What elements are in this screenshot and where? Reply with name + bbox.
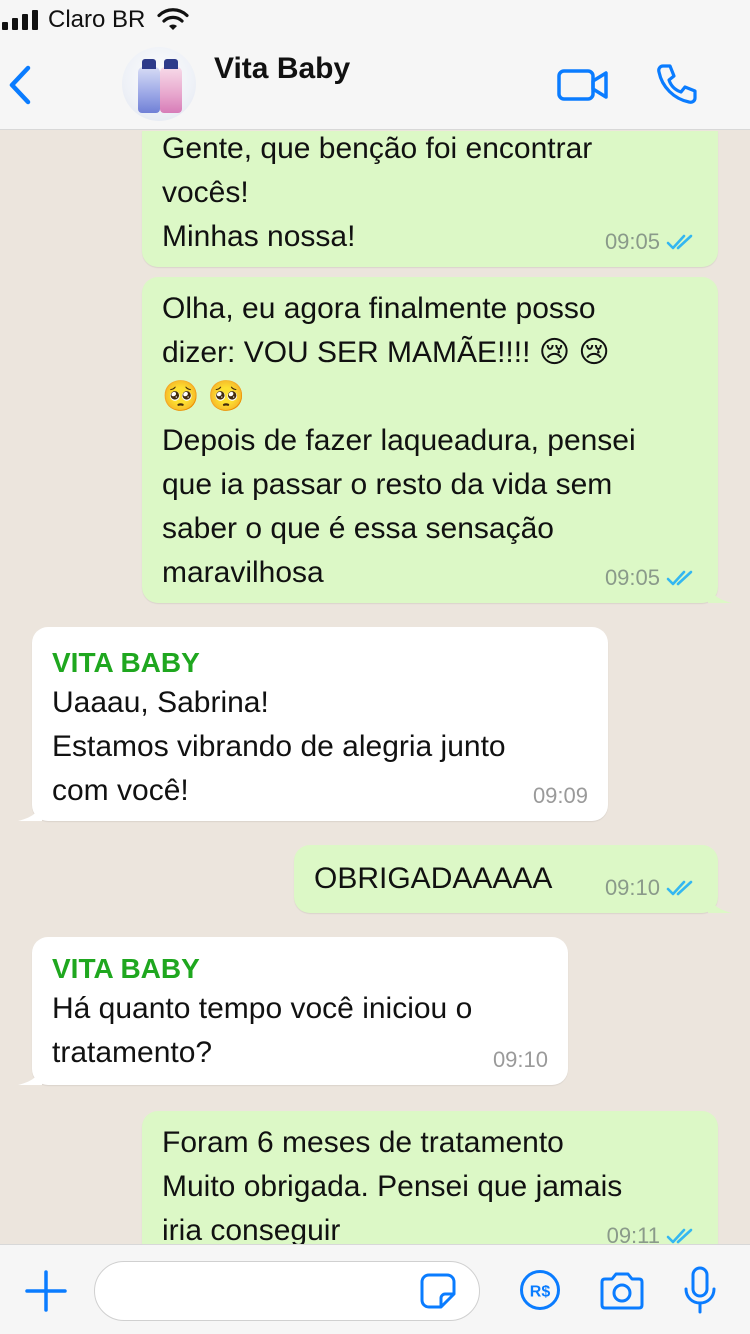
cellular-signal-icon [2, 10, 38, 30]
bubble-tail [708, 891, 732, 913]
message-meta: 09:11 [607, 1223, 698, 1244]
message-time: 09:10 [604, 875, 660, 900]
message-meta: 09:05 [605, 565, 698, 591]
message-text: Há quanto tempo você iniciou o tratament… [52, 992, 473, 1069]
microphone-button[interactable] [682, 1265, 718, 1315]
carrier-name: Claro BR [48, 6, 146, 33]
message-time: 09:09 [532, 783, 588, 808]
product-bottle-image [160, 59, 182, 113]
chevron-left-icon [9, 65, 31, 105]
phone-icon [657, 64, 697, 104]
chat-header: Vita Baby [0, 40, 750, 130]
back-button[interactable] [2, 62, 38, 108]
camera-button[interactable] [598, 1271, 646, 1311]
sticker-icon [420, 1273, 456, 1309]
contact-name[interactable]: Vita Baby [214, 52, 350, 86]
message-text: Olha, eu agora finalmente posso dizer: V… [162, 292, 636, 589]
video-camera-icon [557, 69, 608, 101]
video-call-button[interactable] [556, 66, 610, 104]
wifi-icon [157, 8, 189, 30]
double-check-read-icon [666, 234, 693, 250]
message-meta: 09:10 [605, 875, 698, 901]
message-meta: 09:05 [605, 229, 698, 255]
message-text: Uaaau, Sabrina! Estamos vibrando de aleg… [52, 686, 506, 807]
bubble-tail [708, 581, 732, 603]
message-time: 09:05 [604, 565, 660, 590]
message-sender: VITA BABY [52, 953, 200, 984]
attach-button[interactable] [24, 1269, 68, 1313]
microphone-icon [684, 1266, 716, 1314]
message-bubble-outgoing[interactable]: OBRIGADAAAAA 09:10 [294, 845, 732, 913]
double-check-read-icon [666, 570, 693, 586]
message-bubble-incoming[interactable]: VITA BABY Uaaau, Sabrina! Estamos vibran… [18, 627, 608, 821]
message-time: 09:05 [604, 229, 660, 254]
message-time: 09:10 [492, 1047, 548, 1072]
chat-messages[interactable]: Gente, que benção foi encontrar vocês! M… [0, 131, 750, 1244]
message-input-bar: R$ [0, 1244, 750, 1334]
payment-icon: R$ [520, 1270, 560, 1310]
bubble-tail [18, 1063, 42, 1085]
bubble-tail [18, 799, 42, 821]
product-bottle-image [138, 59, 160, 113]
payment-button[interactable]: R$ [519, 1269, 561, 1311]
camera-icon [600, 1272, 644, 1310]
message-bubble-outgoing[interactable]: Gente, que benção foi encontrar vocês! M… [142, 131, 718, 267]
message-bubble-outgoing[interactable]: Foram 6 meses de tratamento Muito obriga… [142, 1111, 718, 1244]
plus-icon [25, 1270, 67, 1312]
double-check-read-icon [666, 1228, 693, 1244]
message-sender: VITA BABY [52, 647, 200, 678]
sticker-button[interactable] [419, 1272, 457, 1310]
voice-call-button[interactable] [655, 62, 699, 106]
message-bubble-incoming[interactable]: VITA BABY Há quanto tempo você iniciou o… [18, 937, 568, 1085]
status-bar: Claro BR [0, 0, 750, 40]
message-time: 09:11 [606, 1223, 660, 1244]
message-meta: 09:09 [533, 783, 588, 809]
message-bubble-outgoing[interactable]: Olha, eu agora finalmente posso dizer: V… [142, 277, 732, 603]
double-check-read-icon [666, 880, 693, 896]
avatar[interactable] [122, 47, 196, 121]
svg-text:R$: R$ [530, 1284, 551, 1301]
message-meta: 09:10 [493, 1047, 548, 1073]
